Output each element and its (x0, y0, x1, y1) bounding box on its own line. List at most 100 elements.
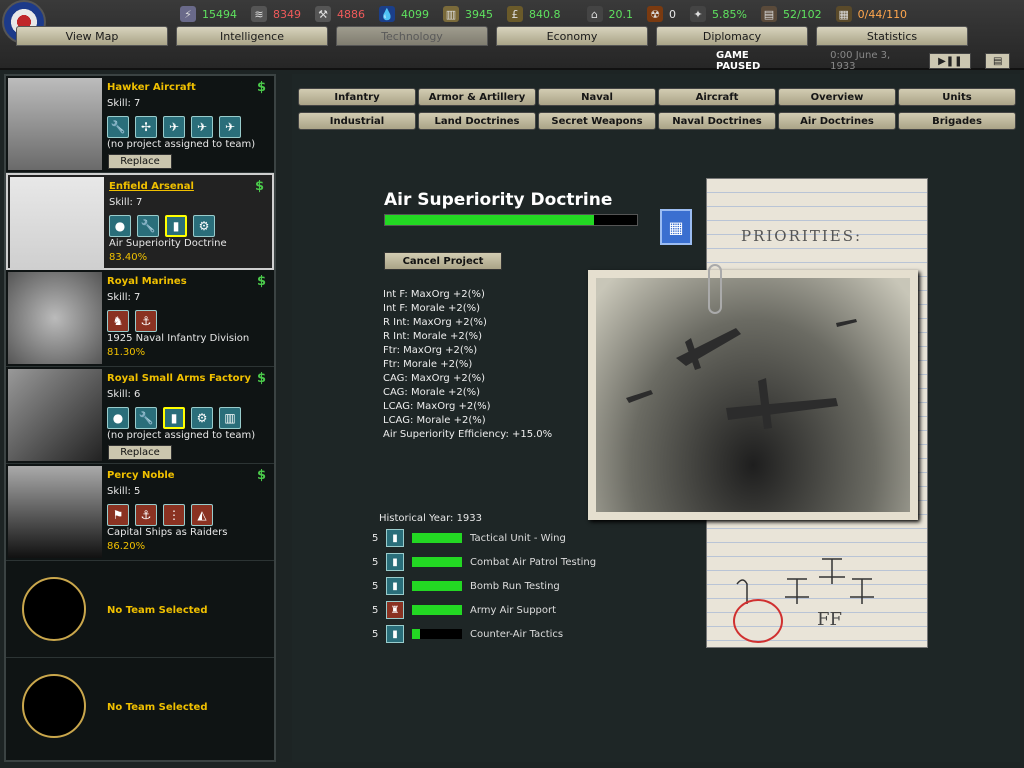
tab-intelligence[interactable]: Intelligence (176, 26, 328, 46)
empty-team-circle (22, 674, 86, 738)
tab-overview[interactable]: Overview (778, 88, 896, 106)
empty-team-circle (22, 577, 86, 641)
team-name: Royal Small Arms Factory (107, 373, 251, 384)
tab-industrial[interactable]: Industrial (298, 112, 416, 130)
book-icon: ▮ (386, 577, 404, 595)
sextant-icon: ◭ (191, 504, 213, 526)
tab-infantry[interactable]: Infantry (298, 88, 416, 106)
component-row[interactable]: 5 ♜ Army Air Support (372, 599, 556, 621)
team-photo (10, 177, 104, 269)
team-project: (no project assigned to team) (107, 139, 256, 150)
team-photo (8, 78, 102, 170)
book-icon: ▮ (165, 215, 187, 237)
team-skill: Skill: 7 (107, 98, 141, 109)
replace-button[interactable]: Replace (108, 154, 172, 169)
tab-naval[interactable]: Naval (538, 88, 656, 106)
effect-line: Ftr: Morale +2(%) (383, 359, 473, 370)
notepad-note: FF (817, 609, 842, 630)
artillery-icon: ♜ (386, 601, 404, 619)
res-dissent: ✦ 5.85% (690, 4, 747, 24)
effect-line: LCAG: Morale +2(%) (383, 415, 486, 426)
bomber-icon: ✈ (191, 116, 213, 138)
blueprint-icon[interactable]: ▦ (660, 209, 692, 245)
menu-icon: ▤ (992, 55, 1003, 67)
tab-units[interactable]: Units (898, 88, 1016, 106)
barrel-icon: ▥ (443, 6, 459, 22)
anchor-icon: ⚓ (135, 504, 157, 526)
dollar-icon[interactable]: $ (257, 468, 266, 483)
dogfight-planes-icon (626, 319, 857, 429)
component-difficulty: 5 (372, 628, 379, 640)
book-icon: ▮ (386, 625, 404, 643)
component-name: Counter-Air Tactics (470, 628, 564, 640)
team-skill: Skill: 5 (107, 486, 141, 497)
tab-air-doctrines[interactable]: Air Doctrines (778, 112, 896, 130)
effect-line: R Int: Morale +2(%) (383, 331, 483, 342)
tab-technology[interactable]: Technology (336, 26, 488, 46)
photo-dogfight (596, 278, 910, 512)
date-label: 0:00 June 3, 1933 (830, 50, 891, 72)
coal-icon: ≋ (251, 6, 267, 22)
res-ic: ⌂ 20.1 (586, 4, 633, 24)
plane-icon: ✈ (219, 116, 241, 138)
fleet-icon: ⋮ (163, 504, 185, 526)
component-row[interactable]: 5 ▮ Tactical Unit - Wing (372, 527, 566, 549)
res-energy: ≋ 8349 (251, 4, 301, 24)
effect-line: LCAG: MaxOrg +2(%) (383, 401, 491, 412)
book-icon: ▮ (386, 553, 404, 571)
effect-line: Int F: MaxOrg +2(%) (383, 289, 485, 300)
troops-icon: ♞ (107, 310, 129, 332)
top-bar: ⚡ 15494 ≋ 8349 ⚒ 4886 💧 4099 ▥ 3945 £840.8 ⌂ 2… (0, 0, 1024, 72)
component-row[interactable]: 5 ▮ Bomb Run Testing (372, 575, 560, 597)
tab-statistics[interactable]: Statistics (816, 26, 968, 46)
cancel-project-button[interactable]: Cancel Project (384, 252, 502, 270)
team-slot-empty-2[interactable]: No Team Selected (6, 658, 274, 755)
dollar-icon[interactable]: $ (257, 371, 266, 386)
component-difficulty: 5 (372, 580, 379, 592)
project-progress-fill (385, 215, 595, 225)
tab-diplomacy[interactable]: Diplomacy (656, 26, 808, 46)
project-title: Air Superiority Doctrine (384, 190, 613, 210)
component-row[interactable]: 5 ▮ Counter-Air Tactics (372, 623, 563, 645)
tab-economy[interactable]: Economy (496, 26, 648, 46)
team-slot-royal-marines[interactable]: Royal Marines $ Skill: 7 ♞ ⚓ 1925 Naval … (6, 270, 274, 367)
team-specialties: ♞ ⚓ (107, 310, 163, 332)
tab-aircraft[interactable]: Aircraft (658, 88, 776, 106)
tab-brigades[interactable]: Brigades (898, 112, 1016, 130)
tab-armor-artillery[interactable]: Armor & Artillery (418, 88, 536, 106)
team-project: Capital Ships as Raiders (107, 527, 228, 538)
team-skill: Skill: 7 (107, 292, 141, 303)
team-slot-percy-noble[interactable]: Percy Noble $ Skill: 5 ⚑ ⚓ ⋮ ◭ Capital S… (6, 464, 274, 561)
component-row[interactable]: 5 ▮ Combat Air Patrol Testing (372, 551, 596, 573)
team-specialties: ● 🔧 ▮ ⚙ ▥ (107, 407, 247, 429)
no-team-label: No Team Selected (107, 605, 208, 616)
component-progress-fill (412, 533, 462, 543)
team-slot-empty-1[interactable]: No Team Selected (6, 561, 274, 658)
tab-land-doctrines[interactable]: Land Doctrines (418, 112, 536, 130)
tab-view-map[interactable]: View Map (16, 26, 168, 46)
tech-illustration-photo (588, 270, 918, 520)
tab-naval-doctrines[interactable]: Naval Doctrines (658, 112, 776, 130)
dollar-icon[interactable]: $ (257, 80, 266, 95)
team-slot-enfield[interactable]: Enfield Arsenal $ Skill: 7 ● 🔧 ▮ ⚙ Air S… (6, 173, 274, 270)
gear-book-icon: ⚙ (193, 215, 215, 237)
book-icon: ▮ (386, 529, 404, 547)
team-slot-rsaf[interactable]: Royal Small Arms Factory $ Skill: 6 ● 🔧 … (6, 367, 274, 464)
play-pause-button[interactable]: ▶❚❚ (929, 53, 972, 69)
pickaxe-icon: ⚒ (315, 6, 331, 22)
component-name: Combat Air Patrol Testing (470, 556, 597, 568)
effect-line: Int F: Morale +2(%) (383, 303, 481, 314)
convoy-icon: ▦ (835, 6, 852, 22)
tab-secret-weapons[interactable]: Secret Weapons (538, 112, 656, 130)
replace-button[interactable]: Replace (108, 445, 172, 460)
wrench-icon: 🔧 (107, 116, 129, 138)
wrench-icon: 🔧 (137, 215, 159, 237)
component-name: Tactical Unit - Wing (470, 532, 566, 544)
component-difficulty: 5 (372, 532, 379, 544)
menu-button[interactable]: ▤ (985, 53, 1010, 69)
team-slot-hawker[interactable]: Hawker Aircraft $ Skill: 7 🔧 ✢ ✈ ✈ ✈ (no… (6, 76, 274, 173)
effect-line: CAG: Morale +2(%) (383, 387, 481, 398)
dollar-icon[interactable]: $ (255, 179, 264, 194)
dollar-icon[interactable]: $ (257, 274, 266, 289)
component-progress-bar (412, 557, 462, 567)
